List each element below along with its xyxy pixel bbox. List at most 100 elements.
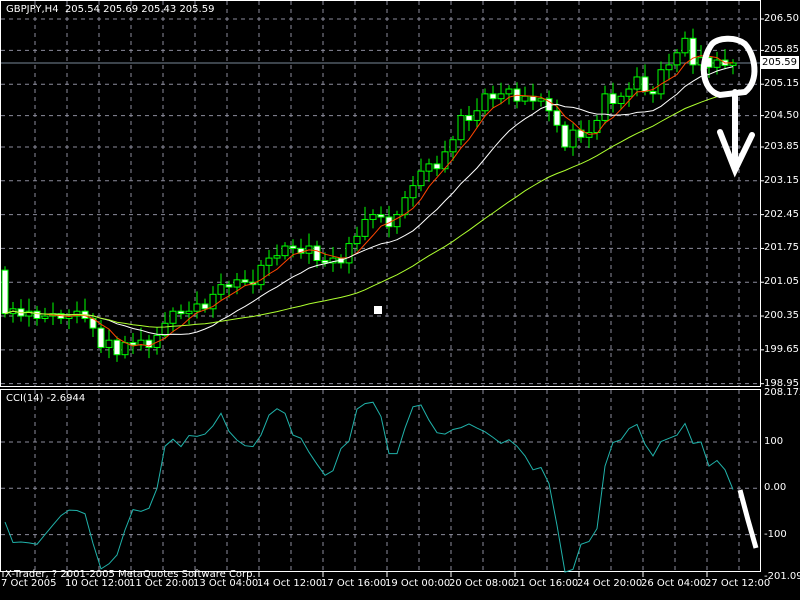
cci-axis-label: 100 (764, 436, 784, 447)
bull-candle (633, 76, 641, 90)
bear-candle (377, 214, 385, 218)
bear-candle (689, 37, 697, 66)
bear-candle (553, 110, 561, 126)
bear-candle (649, 90, 657, 95)
bull-candle (617, 95, 625, 105)
cci-axis-label: 208.1722 (764, 387, 800, 398)
price-axis-label: 202.45 (764, 208, 799, 220)
bear-candle (289, 245, 297, 249)
price-axis-label: 203.15 (764, 174, 799, 186)
bull-candle (345, 243, 353, 264)
price-axis-label: 201.05 (764, 276, 799, 288)
time-axis-label: 27 Oct 12:00 (705, 578, 771, 589)
ohlc-values: 205.54 205.69 205.43 205.59 (64, 4, 215, 15)
bull-candle (361, 218, 369, 237)
bull-candle (281, 245, 289, 257)
bull-candle (257, 264, 265, 286)
bull-candle (161, 322, 169, 336)
bull-candle (233, 279, 241, 288)
annotation-stroke (737, 489, 759, 549)
price-axis-label: 204.50 (764, 109, 799, 121)
time-axis-label: 19 Oct 00:00 (385, 578, 451, 589)
chart-header: GBPJPY,H4 205.54 205.69 205.43 205.59 (6, 4, 214, 16)
bull-candle (417, 170, 425, 187)
bear-candle (1, 269, 9, 315)
bull-candle (601, 93, 609, 121)
bear-candle (313, 245, 321, 261)
bull-candle (537, 98, 545, 102)
time-axis-label: 24 Oct 20:00 (577, 578, 643, 589)
bull-candle (505, 88, 513, 95)
bear-candle (33, 310, 41, 319)
bull-candle (193, 303, 201, 312)
bull-candle (449, 139, 457, 153)
price-axis-label: 205.85 (764, 44, 799, 56)
bull-candle (473, 110, 481, 121)
bull-candle (369, 214, 377, 220)
bull-candle (169, 310, 177, 324)
time-axis-label: 14 Oct 12:00 (257, 578, 323, 589)
price-axis-label: 201.75 (764, 242, 799, 254)
cci-panel-frame (0, 389, 761, 572)
annotation-arrow (717, 89, 755, 178)
bull-candle (665, 64, 673, 71)
bear-candle (465, 115, 473, 121)
time-axis-label: 26 Oct 04:00 (641, 578, 707, 589)
price-panel-frame (0, 0, 761, 387)
bull-candle (681, 37, 689, 54)
bull-candle (425, 163, 433, 172)
bull-candle (481, 93, 489, 112)
bear-candle (225, 284, 233, 288)
bull-candle (673, 52, 681, 66)
bull-candle (625, 88, 633, 97)
bull-candle (41, 315, 49, 319)
bull-candle (185, 310, 193, 315)
time-axis-label: 21 Oct 16:00 (513, 578, 579, 589)
price-axis-label: 205.15 (764, 78, 799, 90)
cci-line (4, 401, 734, 573)
time-axis-label: 17 Oct 16:00 (321, 578, 387, 589)
price-axis-label: 203.85 (764, 140, 799, 152)
bear-candle (609, 93, 617, 105)
bull-candle (569, 129, 577, 148)
bull-candle (105, 339, 113, 348)
bull-candle (353, 235, 361, 245)
cci-label: CCI(14) -2.6944 (6, 393, 86, 404)
bear-candle (561, 124, 569, 148)
time-axis-label: 10 Oct 12:00 (65, 578, 131, 589)
bear-candle (641, 76, 649, 92)
cci-axis-label: 0.00 (764, 482, 787, 494)
bear-candle (489, 93, 497, 100)
cci-axis-label: -100 (764, 528, 787, 540)
bull-candle (497, 93, 505, 100)
chart-canvas[interactable] (0, 0, 800, 600)
annotation-dot (374, 306, 382, 314)
bear-candle (241, 279, 249, 283)
bull-candle (409, 185, 417, 199)
bear-candle (321, 260, 329, 264)
bear-candle (113, 339, 121, 356)
price-axis-label: 200.35 (764, 310, 799, 322)
bear-candle (433, 163, 441, 170)
moving-average-34 (4, 92, 734, 328)
bear-candle (177, 310, 185, 315)
last-price-marker: 205.59 (760, 56, 799, 69)
bull-candle (457, 115, 465, 141)
price-axis-label: 199.65 (764, 343, 799, 355)
bull-candle (273, 255, 281, 259)
bull-candle (393, 214, 401, 228)
bull-candle (265, 257, 273, 266)
symbol-timeframe: GBPJPY,H4 (6, 4, 59, 15)
price-axis-label: 206.50 (764, 13, 799, 24)
bull-candle (729, 62, 737, 66)
time-axis-label: 20 Oct 08:00 (449, 578, 515, 589)
bull-candle (217, 284, 225, 295)
time-axis-label: 13 Oct 04:00 (193, 578, 259, 589)
bull-candle (521, 95, 529, 102)
bull-candle (713, 59, 721, 68)
bear-candle (97, 327, 105, 348)
time-axis-label: 7 Oct 2005 (1, 578, 57, 589)
bull-candle (121, 342, 129, 356)
time-axis-label: 11 Oct 20:00 (129, 578, 195, 589)
bear-candle (201, 303, 209, 310)
